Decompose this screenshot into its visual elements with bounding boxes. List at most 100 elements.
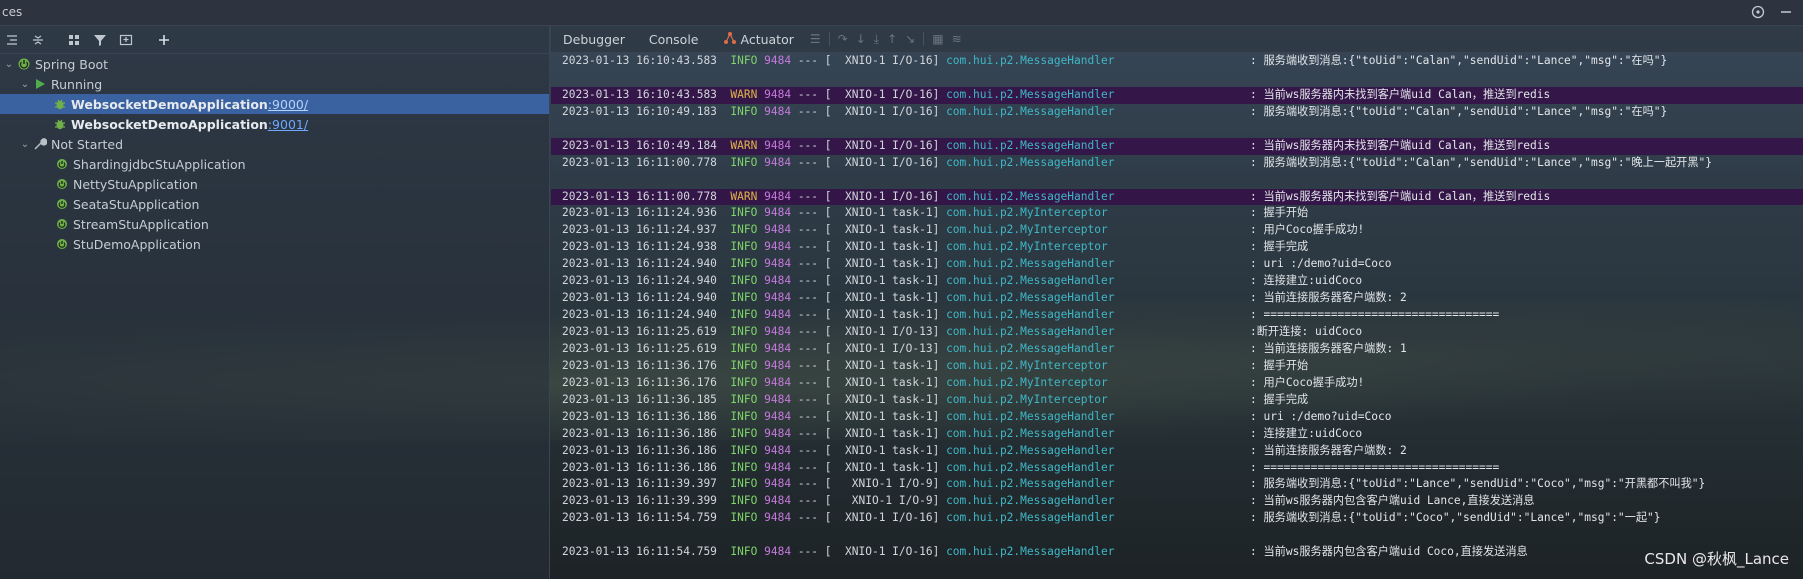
tab-debugger[interactable]: Debugger [551,26,637,52]
console-line: 2023-01-13 16:11:24.940 INFO 9484 --- [ … [551,307,1803,324]
log-class: com.hui.p2.MessageHandler [946,189,1115,203]
log-level: WARN [730,138,758,152]
log-bracket: [ [824,291,832,305]
console-output[interactable]: 2023-01-13 16:10:43.583 INFO 9484 --- [ … [551,53,1803,579]
log-pid: 9484 [764,104,792,118]
trace-icon[interactable]: ≋ [952,32,962,47]
tree-node-app[interactable]: SeataStuApplication [0,194,549,214]
log-timestamp: 2023-01-13 16:10:49.183 [562,104,717,118]
run-to-cursor-icon[interactable]: ↘ [905,32,915,47]
console-line: 2023-01-13 16:10:43.583 INFO 9484 --- [ … [551,53,1803,70]
force-step-into-icon[interactable]: ⤓ [874,32,879,47]
log-timestamp: 2023-01-13 16:10:49.184 [562,138,717,152]
log-separator: --- [797,240,819,254]
tree-node-app[interactable]: StuDemoApplication [0,234,549,254]
log-level: WARN [730,189,758,203]
log-separator: --- [797,87,819,101]
console-line: 2023-01-13 16:11:36.186 INFO 9484 --- [ … [551,443,1803,460]
console-line: 2023-01-13 16:11:36.176 INFO 9484 --- [ … [551,358,1803,375]
log-thread: XNIO-1 I/O-16] [845,104,940,118]
log-thread: XNIO-1 task-1] [845,291,940,305]
tree-node-label: WebsocketDemoApplication [71,116,268,132]
log-thread: XNIO-1 I/O-16] [845,54,940,67]
tree-node-not-started[interactable]: ⌄ Not Started [0,134,549,154]
log-message: : 用户Coco握手成功! [1250,375,1365,389]
log-separator: --- [797,494,819,508]
minimize-icon[interactable] [1777,3,1795,21]
expand-all-icon[interactable] [2,30,22,50]
log-bracket: [ [824,155,832,169]
port-link[interactable]: :9000/ [268,97,308,112]
log-level: INFO [730,477,758,491]
log-timestamp: 2023-01-13 16:11:36.185 [562,392,717,406]
spring-app-icon [54,176,70,192]
log-message: : 当前连接服务器客户端数: 2 [1250,443,1407,457]
tab-label: Debugger [563,31,625,47]
log-pid: 9484 [764,409,792,423]
tab-actuator[interactable]: Actuator [711,26,806,52]
log-message: : 连接建立:uidCoco [1250,274,1363,288]
port-link[interactable]: :9001/ [268,117,308,132]
log-pid: 9484 [764,206,792,220]
log-message: : 当前ws服务器内包含客户端uid Lance,直接发送消息 [1250,494,1535,508]
tree-node-app[interactable]: StreamStuApplication [0,214,549,234]
chevron-down-icon[interactable]: ⌄ [18,79,32,90]
log-level: INFO [730,308,758,322]
log-class: com.hui.p2.MessageHandler [946,426,1115,440]
log-separator: --- [797,104,819,118]
tree-node-app[interactable]: ShardingjdbcStuApplication [0,154,549,174]
step-over-icon[interactable]: ↷ [838,32,848,47]
filter-icon[interactable] [90,30,110,50]
console-line: 2023-01-13 16:11:54.759 INFO 9484 --- [ … [551,544,1803,561]
step-out-icon[interactable]: ↑ [887,32,897,47]
group-by-icon[interactable] [64,30,84,50]
console-line: 2023-01-13 16:11:36.186 INFO 9484 --- [ … [551,409,1803,426]
log-bracket: [ [824,460,832,474]
tree-node-websocket-9000[interactable]: WebsocketDemoApplication :9000/ [0,94,549,114]
tree-node-websocket-9001[interactable]: WebsocketDemoApplication :9001/ [0,114,549,134]
log-thread: XNIO-1 I/O-16] [845,138,940,152]
log-level: INFO [730,206,758,220]
step-into-icon[interactable]: ↓ [856,32,866,47]
console-line: 2023-01-13 16:11:24.940 INFO 9484 --- [ … [551,290,1803,307]
log-class: com.hui.p2.MessageHandler [946,274,1115,288]
chevron-down-icon[interactable]: ⌄ [2,59,16,70]
log-message: : 服务端收到消息:{"toUid":"Coco","sendUid":"Lan… [1250,511,1661,525]
log-timestamp: 2023-01-13 16:11:25.619 [562,325,717,338]
console-line: 2023-01-13 16:11:36.186 INFO 9484 --- [ … [551,426,1803,443]
bug-icon [52,96,68,112]
log-class: com.hui.p2.MessageHandler [946,341,1115,355]
tree-node-label: StreamStuApplication [73,216,209,232]
spring-app-icon [54,156,70,172]
console-line: 2023-01-13 16:11:25.619 INFO 9484 --- [ … [551,324,1803,341]
add-service-icon[interactable] [154,30,174,50]
log-level: INFO [730,341,758,355]
tree-node-app[interactable]: NettyStuApplication [0,174,549,194]
log-thread: XNIO-1 I/O-16] [845,87,940,101]
log-class: com.hui.p2.MessageHandler [946,104,1115,118]
log-class: com.hui.p2.MessageHandler [946,545,1115,559]
menu-icon[interactable]: ☰ [810,32,821,47]
tree-node-running[interactable]: ⌄ Running [0,74,549,94]
log-level: INFO [730,511,758,525]
evaluate-icon[interactable]: ▦ [932,32,943,47]
log-message: : 握手开始 [1250,358,1309,372]
log-thread: XNIO-1 task-1] [845,426,940,440]
chevron-down-icon[interactable]: ⌄ [18,139,32,150]
log-level: INFO [730,257,758,271]
log-pid: 9484 [764,375,792,389]
tab-console[interactable]: Console [637,26,711,52]
log-timestamp: 2023-01-13 16:11:36.176 [562,375,717,389]
log-thread: XNIO-1 task-1] [845,375,940,389]
crosshair-icon[interactable] [1749,3,1767,21]
tree-node-spring-boot[interactable]: ⌄ Spring Boot [0,54,549,74]
services-toolbar [0,26,549,54]
log-thread: XNIO-1 task-1] [845,358,940,372]
log-pid: 9484 [764,189,792,203]
new-tab-icon[interactable] [116,30,136,50]
log-level: INFO [730,223,758,237]
console-line: 2023-01-13 16:11:00.778 INFO 9484 --- [ … [551,155,1803,172]
collapse-all-icon[interactable] [28,30,48,50]
log-pid: 9484 [764,443,792,457]
